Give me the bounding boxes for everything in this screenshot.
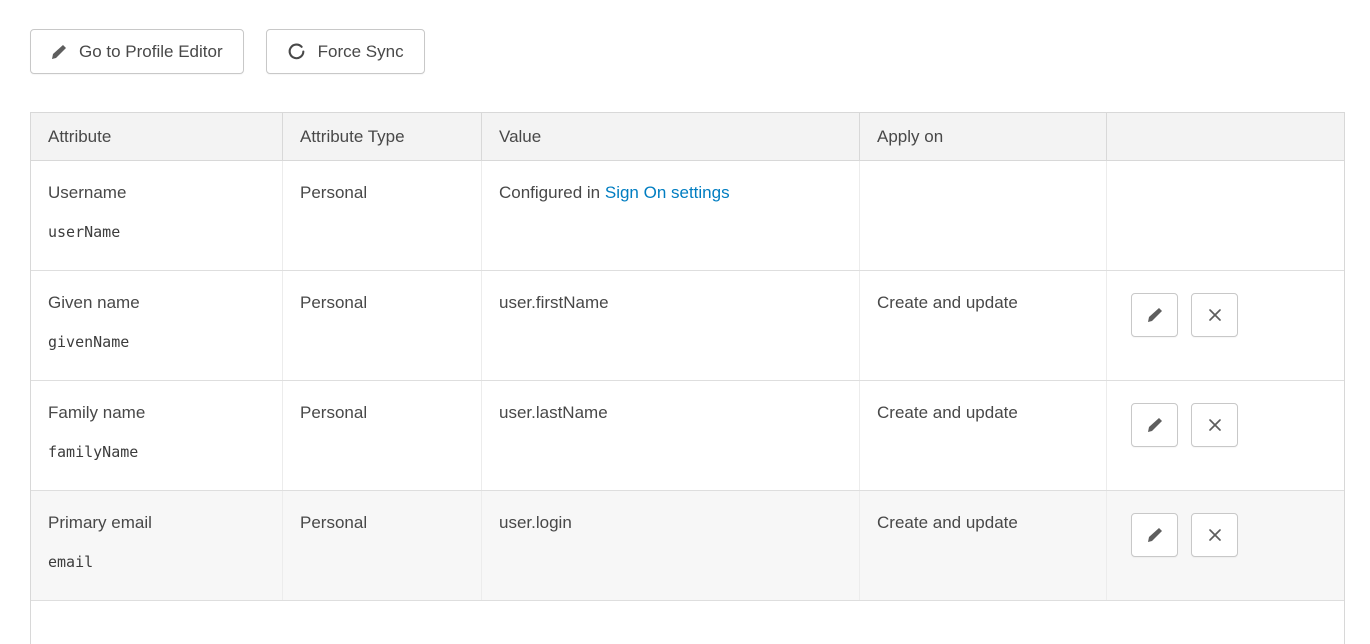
actions-cell bbox=[1106, 491, 1344, 600]
edit-attribute-button[interactable] bbox=[1131, 293, 1178, 337]
attribute-mappings-page: Go to Profile Editor Force Sync Attribut… bbox=[0, 0, 1370, 644]
table-row-given-name: Given name givenName Personal user.first… bbox=[31, 271, 1344, 381]
attribute-variable-name: familyName bbox=[48, 443, 265, 461]
apply-on-cell bbox=[859, 161, 1106, 270]
actions-cell bbox=[1106, 161, 1344, 270]
pencil-icon bbox=[1147, 307, 1163, 323]
sign-on-settings-link[interactable]: Sign On settings bbox=[605, 183, 730, 202]
header-apply-on: Apply on bbox=[859, 113, 1106, 160]
attribute-type-cell: Personal bbox=[282, 381, 481, 490]
attribute-label: Given name bbox=[48, 293, 265, 313]
attribute-type-cell: Personal bbox=[282, 161, 481, 270]
close-icon bbox=[1207, 307, 1223, 323]
delete-attribute-button[interactable] bbox=[1191, 513, 1238, 557]
attribute-label: Primary email bbox=[48, 513, 265, 533]
apply-on-cell: Create and update bbox=[859, 381, 1106, 490]
delete-attribute-button[interactable] bbox=[1191, 403, 1238, 447]
header-attribute-type: Attribute Type bbox=[282, 113, 481, 160]
value-cell: user.lastName bbox=[481, 381, 859, 490]
attribute-type-cell: Personal bbox=[282, 271, 481, 380]
close-icon bbox=[1207, 527, 1223, 543]
pencil-icon bbox=[1147, 417, 1163, 433]
attribute-label: Username bbox=[48, 183, 265, 203]
value-cell: user.firstName bbox=[481, 271, 859, 380]
go-to-profile-editor-label: Go to Profile Editor bbox=[79, 42, 223, 62]
value-cell: Configured in Sign On settings bbox=[481, 161, 859, 270]
header-attribute: Attribute bbox=[31, 113, 282, 160]
pencil-icon bbox=[1147, 527, 1163, 543]
attribute-cell: Given name givenName bbox=[31, 271, 282, 380]
force-sync-button[interactable]: Force Sync bbox=[266, 29, 425, 74]
attributes-table: Attribute Attribute Type Value Apply on … bbox=[30, 112, 1345, 644]
attribute-variable-name: userName bbox=[48, 223, 265, 241]
header-value: Value bbox=[481, 113, 859, 160]
value-text: Configured in bbox=[499, 183, 600, 202]
close-icon bbox=[1207, 417, 1223, 433]
value-cell: user.login bbox=[481, 491, 859, 600]
delete-attribute-button[interactable] bbox=[1191, 293, 1238, 337]
table-row-username: Username userName Personal Configured in… bbox=[31, 161, 1344, 271]
pencil-icon bbox=[51, 44, 67, 60]
refresh-icon bbox=[287, 42, 306, 61]
attribute-label: Family name bbox=[48, 403, 265, 423]
table-row-primary-email: Primary email email Personal user.login … bbox=[31, 491, 1344, 601]
actions-cell bbox=[1106, 381, 1344, 490]
go-to-profile-editor-button[interactable]: Go to Profile Editor bbox=[30, 29, 244, 74]
toolbar: Go to Profile Editor Force Sync bbox=[30, 29, 1345, 74]
table-next-row-partial bbox=[31, 601, 1344, 644]
table-row-family-name: Family name familyName Personal user.las… bbox=[31, 381, 1344, 491]
attribute-cell: Family name familyName bbox=[31, 381, 282, 490]
attribute-type-cell: Personal bbox=[282, 491, 481, 600]
attribute-variable-name: givenName bbox=[48, 333, 265, 351]
attribute-cell: Primary email email bbox=[31, 491, 282, 600]
header-actions bbox=[1106, 113, 1344, 160]
attribute-cell: Username userName bbox=[31, 161, 282, 270]
apply-on-cell: Create and update bbox=[859, 271, 1106, 380]
edit-attribute-button[interactable] bbox=[1131, 403, 1178, 447]
actions-cell bbox=[1106, 271, 1344, 380]
apply-on-cell: Create and update bbox=[859, 491, 1106, 600]
table-header-row: Attribute Attribute Type Value Apply on bbox=[31, 113, 1344, 161]
attribute-variable-name: email bbox=[48, 553, 265, 571]
force-sync-label: Force Sync bbox=[318, 42, 404, 62]
edit-attribute-button[interactable] bbox=[1131, 513, 1178, 557]
